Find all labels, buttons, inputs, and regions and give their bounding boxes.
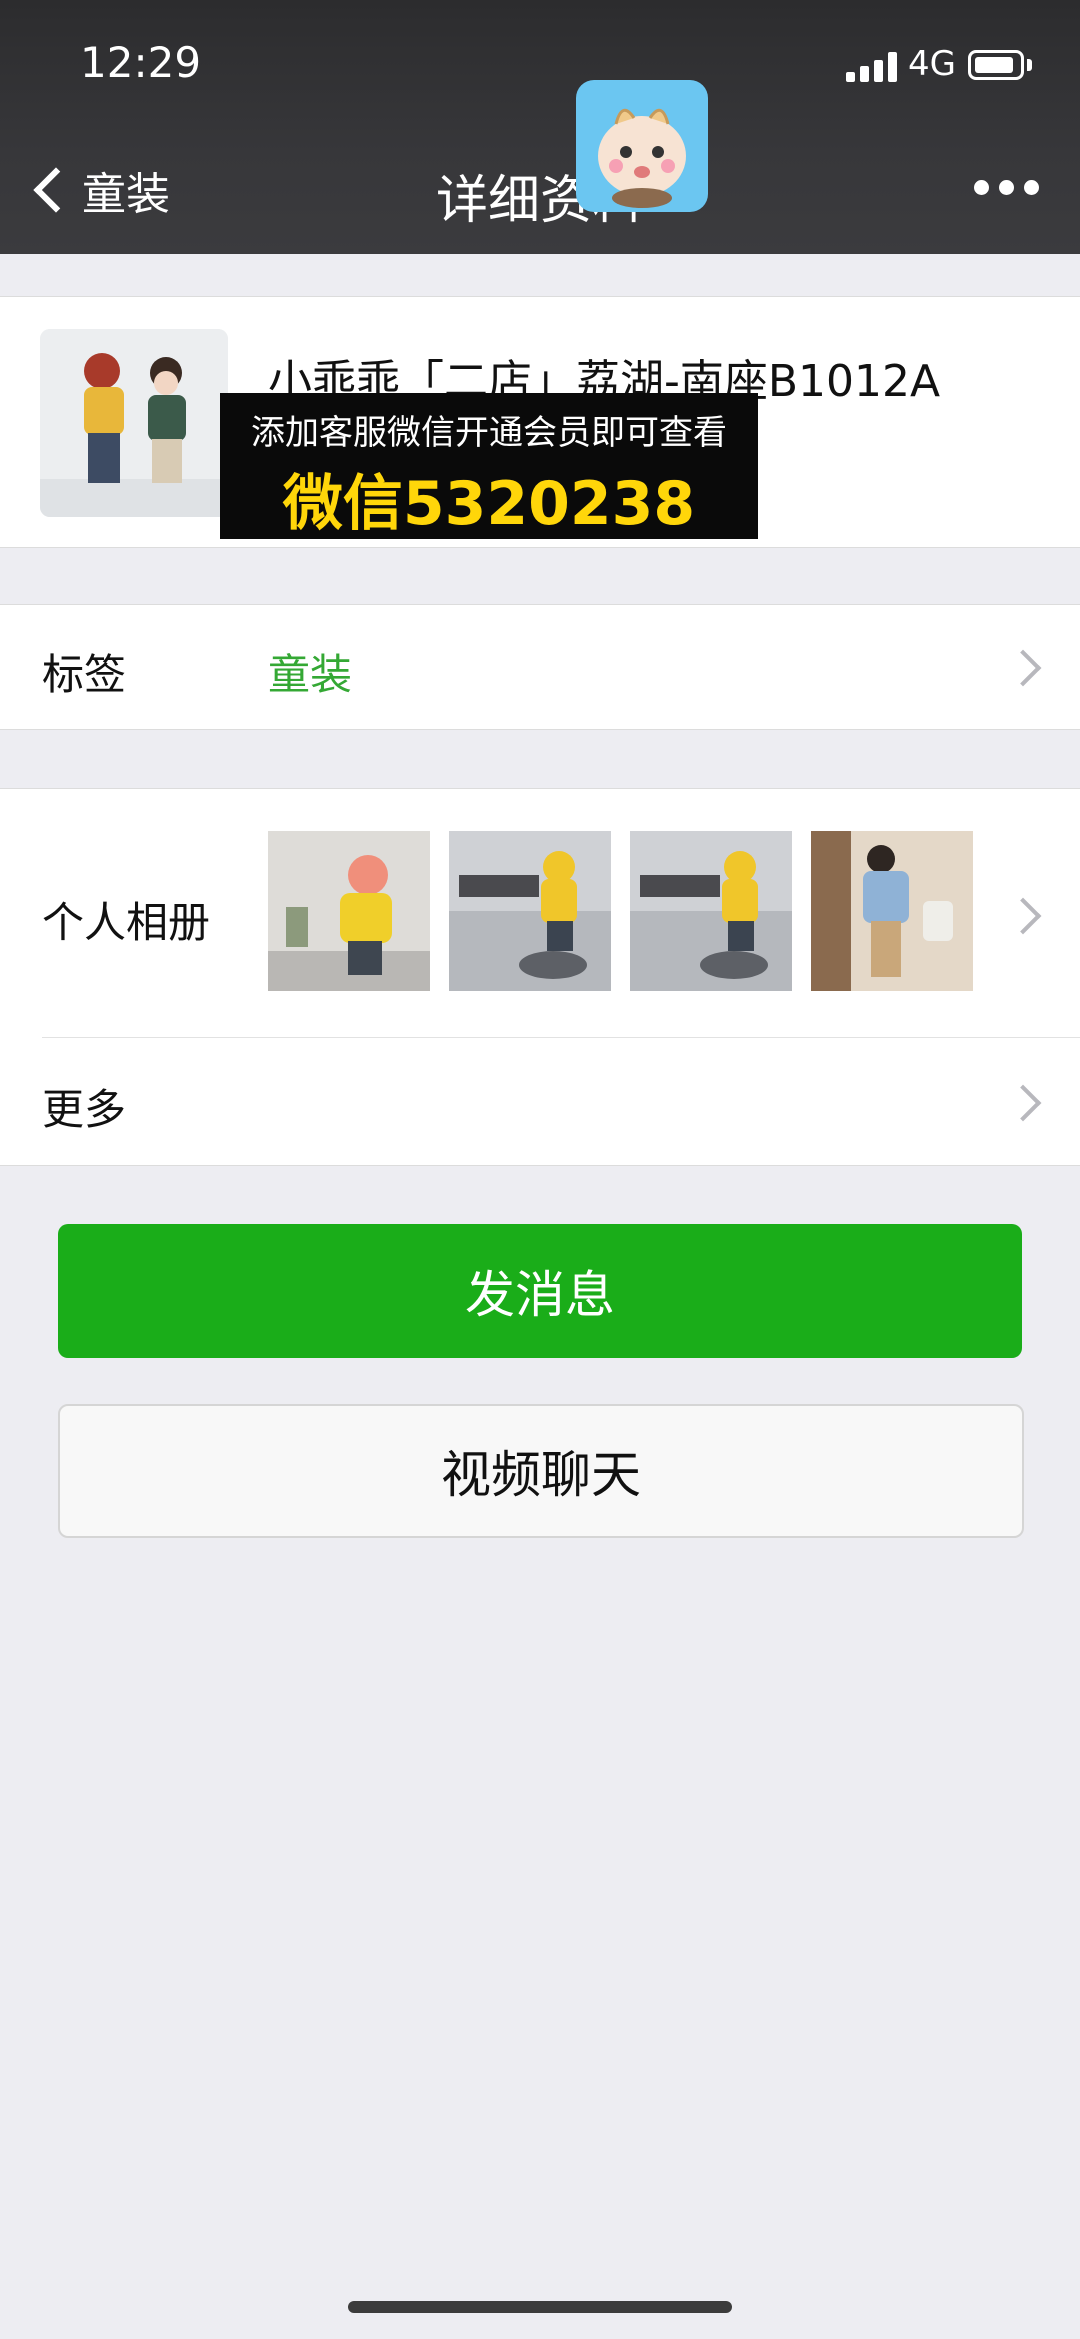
tags-value: 童装: [268, 650, 353, 699]
album-more-section: 个人相册 更多: [0, 788, 1080, 1166]
home-indicator[interactable]: [348, 2301, 732, 2313]
chevron-right-icon: [1004, 897, 1042, 935]
battery-icon: [968, 50, 1024, 80]
mascot-logo: [576, 80, 708, 212]
album-photo[interactable]: [630, 831, 792, 991]
dot-icon: [1024, 180, 1039, 195]
chevron-right-icon: [1004, 649, 1042, 687]
album-photo[interactable]: [811, 831, 973, 991]
tags-row[interactable]: 标签 童装: [0, 604, 1080, 730]
promo-text: 添加客服微信开通会员即可查看: [251, 413, 727, 453]
chevron-right-icon: [1004, 1084, 1042, 1122]
network-type: 4G: [908, 44, 956, 84]
album-label: 个人相册: [42, 898, 211, 947]
battery-cap: [1027, 59, 1032, 71]
avatar[interactable]: [40, 329, 228, 517]
album-photo[interactable]: [449, 831, 611, 991]
profile-card: 小乖乖「二店」荔湖-南座B1012A 添加客服微信开通会员即可查看 微信5320…: [0, 296, 1080, 548]
send-message-button[interactable]: 发消息: [58, 1224, 1022, 1358]
dot-icon: [999, 180, 1014, 195]
more-row[interactable]: 更多: [0, 1038, 1080, 1165]
video-call-button[interactable]: 视频聊天: [58, 1404, 1024, 1538]
dot-icon: [974, 180, 989, 195]
promo-wechat-id: 微信5320238: [282, 469, 696, 539]
more-options-button[interactable]: [974, 180, 1039, 195]
promo-banner: 添加客服微信开通会员即可查看 微信5320238: [220, 393, 758, 539]
more-label: 更多: [42, 1085, 127, 1134]
album-row[interactable]: 个人相册: [0, 789, 1080, 1037]
status-time: 12:29: [80, 38, 202, 87]
page-title: 详细资料: [435, 171, 644, 231]
nav-bar: 12:29 4G 童装 详细资料: [0, 0, 1080, 254]
tags-label: 标签: [42, 650, 127, 699]
signal-icon: [846, 52, 898, 82]
album-photo[interactable]: [268, 831, 430, 991]
